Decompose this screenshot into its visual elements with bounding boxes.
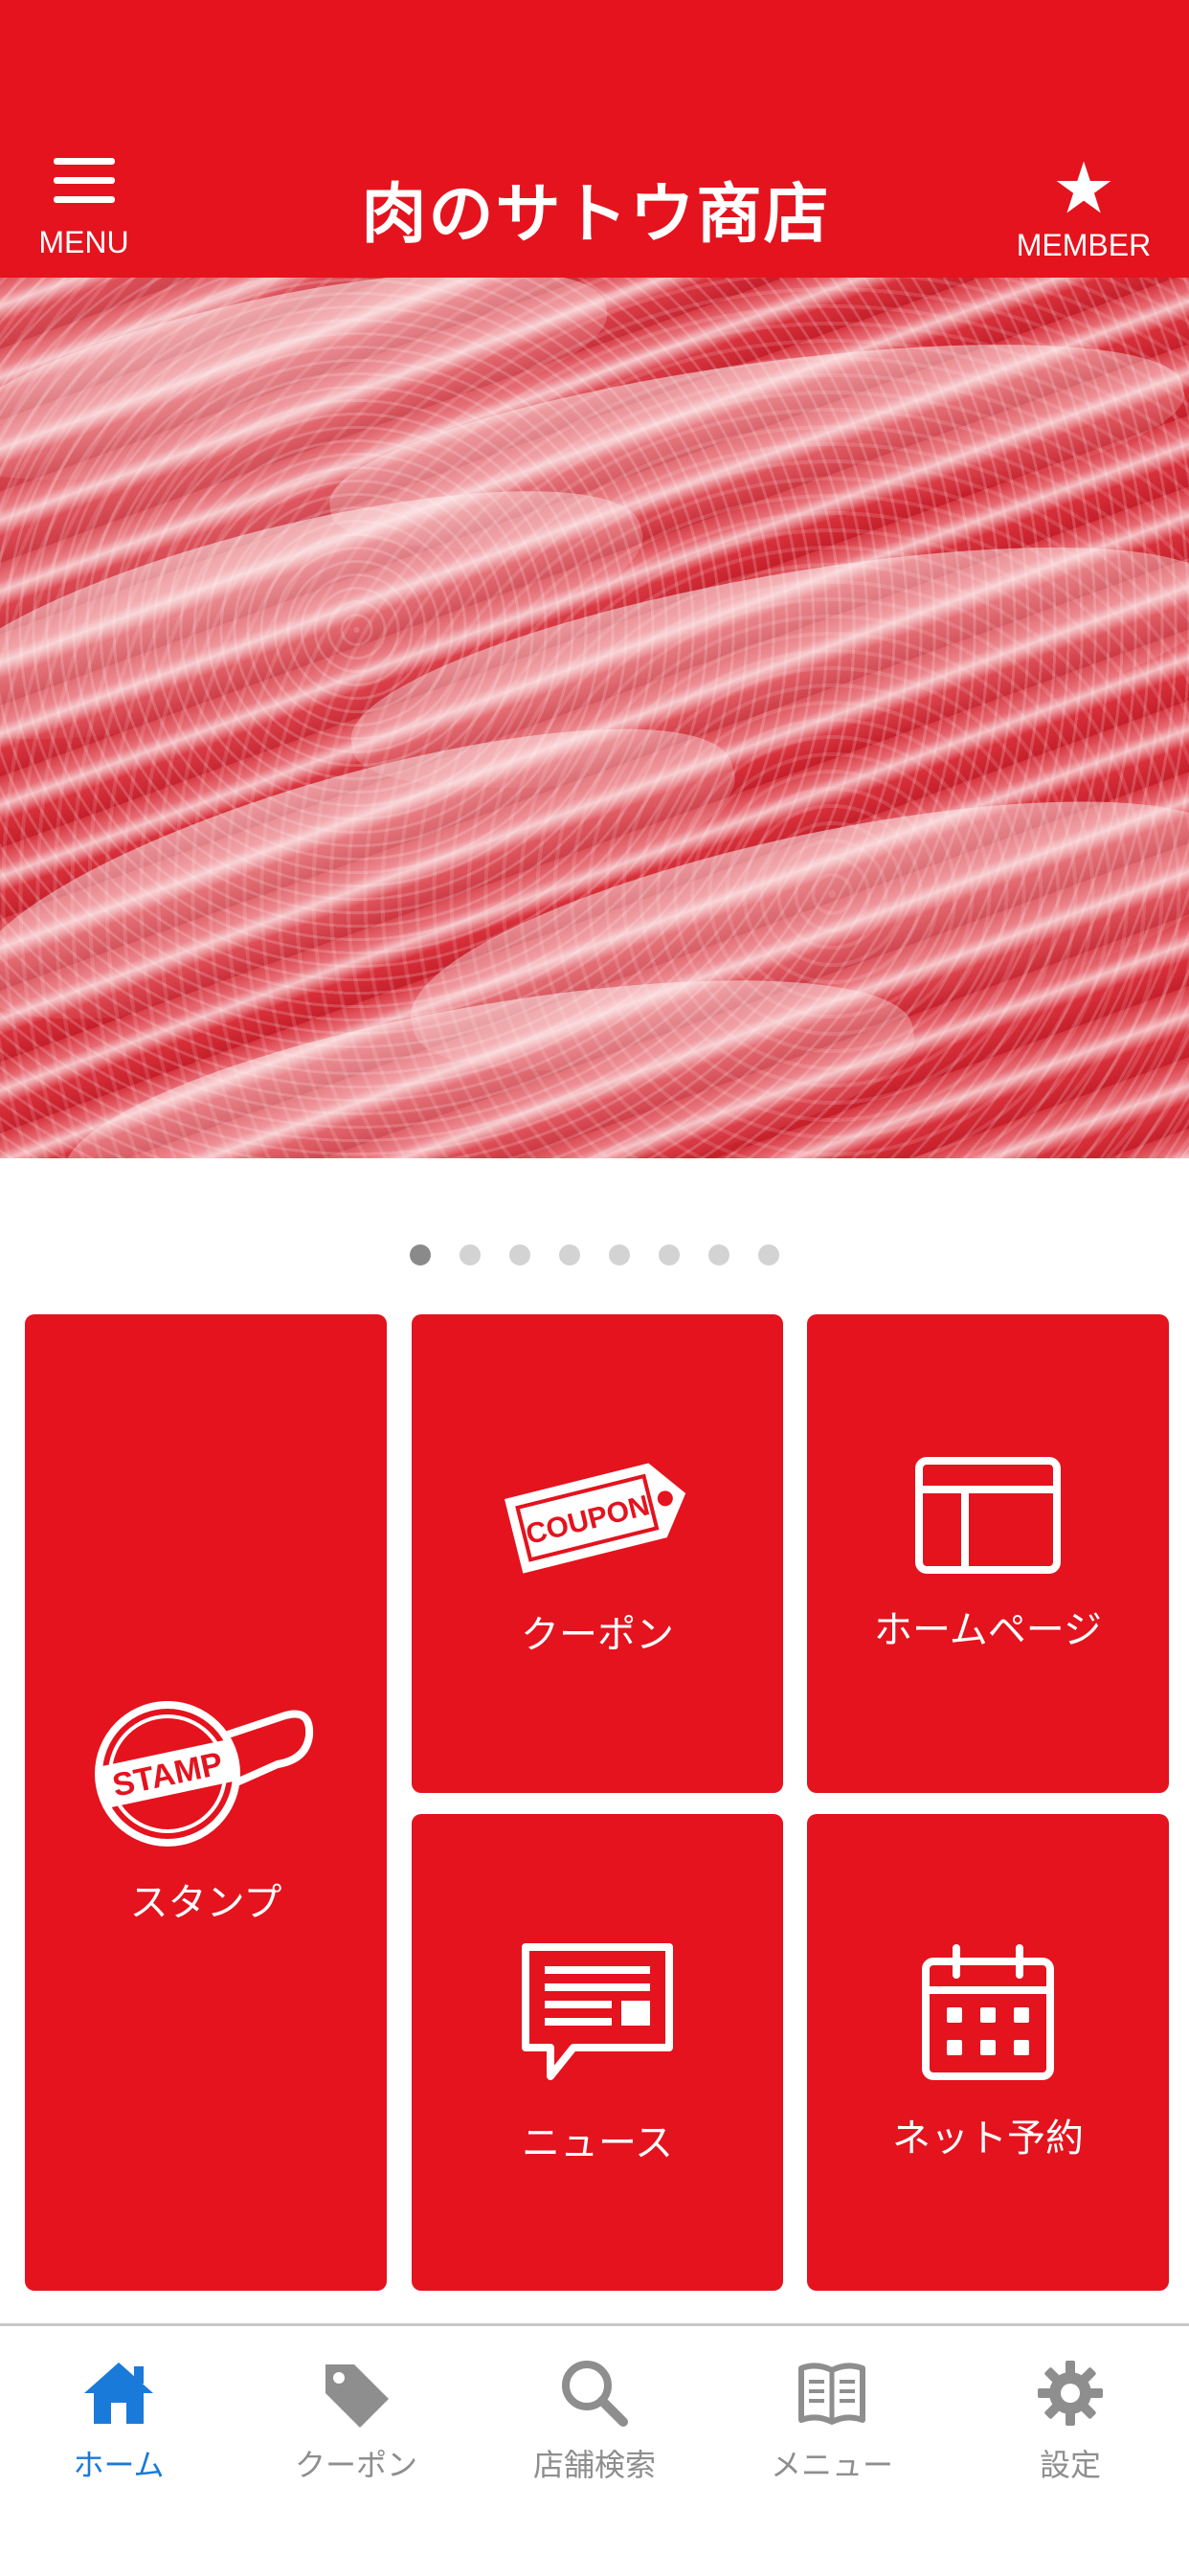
tab-home-label: ホーム xyxy=(73,2447,165,2483)
tab-settings-label: 設定 xyxy=(1039,2447,1101,2483)
homepage-tile[interactable]: ホームページ xyxy=(807,1314,1169,1793)
coupon-tile[interactable]: COUPON クーポン xyxy=(412,1314,783,1793)
news-label: ニュース xyxy=(522,2121,673,2165)
search-icon xyxy=(562,2361,628,2427)
book-icon xyxy=(798,2363,865,2425)
calendar-icon xyxy=(922,1944,1054,2080)
member-label: MEMBER xyxy=(1016,228,1152,262)
star-icon: ★ xyxy=(1051,147,1116,230)
home-icon xyxy=(84,2363,153,2424)
carousel-dot[interactable] xyxy=(659,1244,680,1266)
carousel-dot[interactable] xyxy=(758,1244,779,1266)
carousel-dot[interactable] xyxy=(460,1244,481,1266)
carousel-dot[interactable] xyxy=(708,1244,729,1266)
tab-menu[interactable]: メニュー xyxy=(713,2355,951,2485)
carousel-dot[interactable] xyxy=(609,1244,630,1266)
tab-store-search[interactable]: 店舗検索 xyxy=(476,2355,713,2485)
store-logo-text: 肉のサトウ商店 xyxy=(361,175,831,253)
tab-home[interactable]: ホーム xyxy=(0,2355,237,2485)
carousel-dot[interactable] xyxy=(410,1244,431,1266)
menu-button[interactable]: MENU xyxy=(29,158,139,263)
tab-coupon[interactable]: クーポン xyxy=(237,2355,475,2485)
hero-carousel-image[interactable] xyxy=(0,278,1189,1158)
news-speech-bubble-icon xyxy=(522,1943,673,2080)
reservation-label: ネット予約 xyxy=(892,2117,1084,2161)
carousel-page-indicator[interactable] xyxy=(0,1244,1189,1266)
homepage-label: ホームページ xyxy=(874,1608,1102,1652)
meat-slices-illustration xyxy=(0,278,1189,1158)
tab-settings[interactable]: 設定 xyxy=(952,2355,1189,2485)
tag-icon xyxy=(325,2364,389,2428)
gear-icon xyxy=(1038,2361,1103,2426)
tab-coupon-label: クーポン xyxy=(294,2447,417,2483)
stamp-label: スタンプ xyxy=(129,1881,282,1925)
carousel-dot[interactable] xyxy=(559,1244,580,1266)
reservation-tile[interactable]: ネット予約 xyxy=(807,1814,1169,2291)
stamp-tile[interactable]: STAMP スタンプ xyxy=(25,1314,387,2291)
menu-label: MENU xyxy=(38,225,129,259)
member-button[interactable]: ★ MEMBER xyxy=(988,153,1179,268)
tab-store-search-label: 店舗検索 xyxy=(532,2447,656,2483)
coupon-tag-icon: COUPON xyxy=(504,1463,686,1574)
news-tile[interactable]: ニュース xyxy=(412,1814,783,2291)
store-logo: 肉のサトウ商店 xyxy=(340,155,852,260)
stamp-icon: STAMP xyxy=(95,1701,314,1847)
coupon-label: クーポン xyxy=(521,1613,674,1657)
hamburger-icon xyxy=(53,158,115,203)
browser-window-icon xyxy=(915,1457,1061,1574)
carousel-dot[interactable] xyxy=(509,1244,530,1266)
tab-menu-label: メニュー xyxy=(770,2447,893,2483)
app-header: MENU 肉のサトウ商店 ★ MEMBER xyxy=(0,0,1189,278)
bottom-tab-bar: ホーム クーポン 店舗検索 メニュー 設定 xyxy=(0,2323,1189,2576)
